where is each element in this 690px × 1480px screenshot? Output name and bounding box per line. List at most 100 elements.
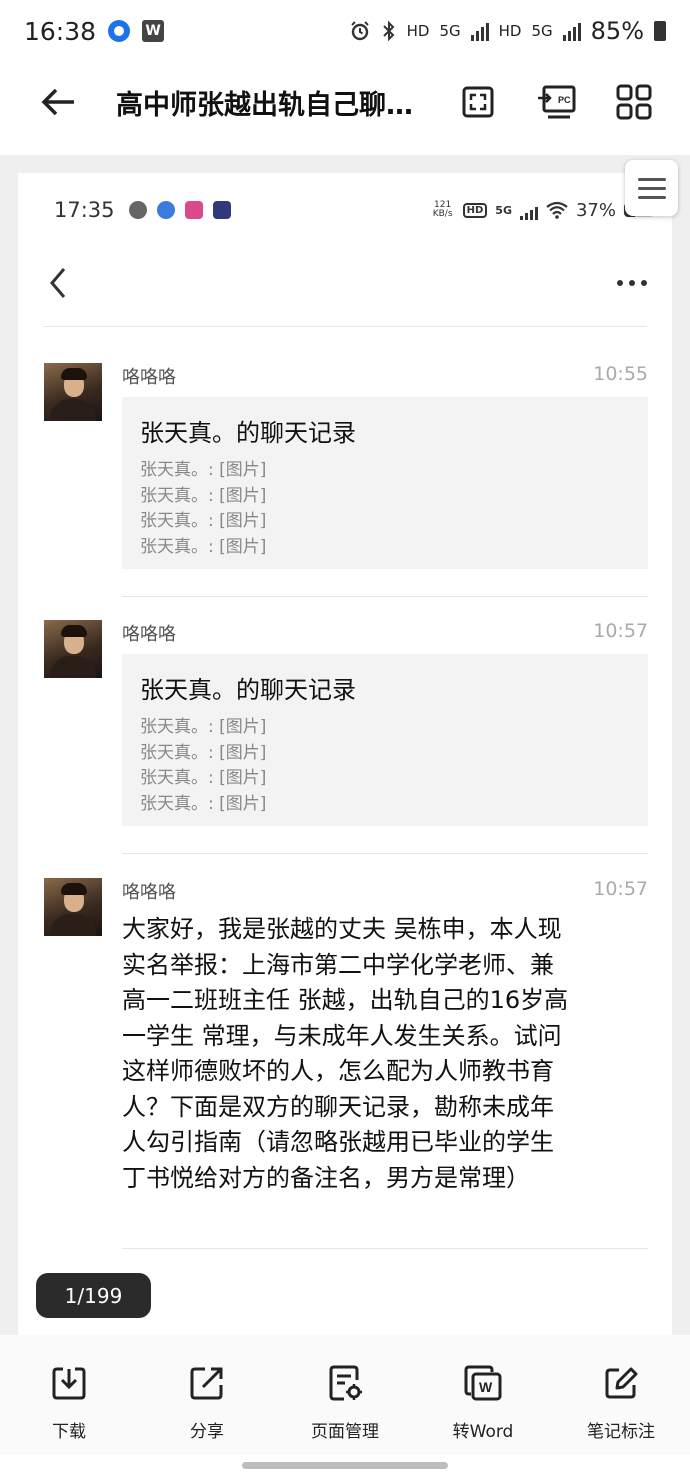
app-header: 高中师张越出轨自己聊… PC [0,62,690,142]
signal-icon [470,21,489,41]
network-5g-label: 5G [439,22,461,40]
message-time: 10:57 [593,620,648,642]
note-annotate-button[interactable]: 笔记标注 [552,1335,690,1455]
chat-record-card: 张天真。的聊天记录 张天真。: [图片] 张天真。: [图片] 张天真。: [图… [122,397,648,569]
bottom-toolbar: 下载 分享 页面管理 W 转Word 笔记标注 [0,1335,690,1455]
more-dots-icon [617,280,647,286]
inner-battery: 37% [575,199,616,221]
page-manage-icon [329,1365,362,1401]
apps-grid-button[interactable] [614,82,654,122]
chat-message: 咯咯咯 10:57 大家好，我是张越的丈夫 吴栋申，本人现 实名举报：上海市第二… [44,878,648,1218]
card-line: 张天真。: [图片] [140,742,267,763]
message-separator [122,853,648,854]
app-notification-icon [108,20,131,42]
alarm-icon [350,21,369,41]
to-word-icon: W [464,1365,502,1401]
to-word-button[interactable]: W 转Word [414,1335,552,1455]
inner-network: 5G [495,203,512,217]
message-text-line: 人？下面是双方的聊天记录，勘称未成年 [122,1092,554,1121]
card-line: 张天真。: [图片] [140,511,267,531]
card-title: 张天真。的聊天记录 [140,676,356,704]
app-icon [184,201,203,219]
fullscreen-button[interactable] [458,82,498,122]
page-manage-button[interactable]: 页面管理 [276,1335,414,1455]
wifi-icon [546,201,568,219]
back-button[interactable] [36,80,80,124]
signal-icon-2 [562,21,581,41]
share-icon [190,1367,223,1400]
baidu-icon [156,201,175,219]
inner-status-bar: 17:35 121 KB/s HD 5G 37% [54,195,654,225]
message-text-line: 丁书悦给对方的备注名，男方是常理） [122,1163,530,1192]
download-button[interactable]: 下载 [0,1335,138,1455]
card-line: 张天真。: [图片] [140,536,267,557]
w-app-notification-icon: W [142,20,165,42]
sender-name: 咯咯咯 [122,624,176,645]
avatar [44,363,102,421]
to-pc-icon: PC [538,85,576,119]
fullscreen-icon [462,86,494,118]
hd-badge: HD [462,202,488,218]
back-arrow-icon [41,88,74,116]
video-app-icon [212,201,231,219]
chat-message: 咯咯咯 10:57 张天真。的聊天记录 张天真。: [图片] 张天真。: [图片… [44,620,648,830]
grid-apps-icon [616,84,652,120]
network-hd-label-2: HD [498,22,522,40]
network-5g-label-2: 5G [531,22,553,40]
message-text-line: 人勾引指南（请忽略张越用已毕业的学生 [122,1128,554,1156]
chat-message: 咯咯咯 10:55 张天真。的聊天记录 张天真。: [图片] 张天真。: [图片… [44,363,648,573]
menu-line [637,195,666,199]
svg-text:W: W [479,1379,493,1395]
card-line: 张天真。: [图片] [140,717,267,737]
divider [43,326,647,327]
svg-text:PC: PC [558,95,571,105]
message-time: 10:57 [593,878,648,900]
to-word-label: 转Word [452,1422,514,1442]
battery-percent: 85% [590,17,644,45]
card-title: 张天真。的聊天记录 [140,419,356,447]
message-text-line: 实名举报：上海市第二中学化学老师、兼 [122,950,554,979]
home-indicator[interactable] [242,1462,448,1469]
wechat-icon [128,201,147,219]
inner-more-button [612,263,652,303]
message-separator [122,596,648,597]
page-counter: 1/199 [36,1273,151,1318]
page-manage-label: 页面管理 [311,1422,379,1442]
message-text-line: 一学生 常理，与未成年人发生关系。试问 [122,1021,562,1050]
menu-line [637,186,666,190]
chevron-left-icon [50,268,66,298]
message-time: 10:55 [593,363,648,385]
network-hd-label: HD [406,22,430,40]
inner-nav-bar [38,253,652,313]
message-text-line: 高一二班班主任 张越，出轨自己的16岁高 [122,986,569,1014]
note-annotate-icon [605,1367,638,1399]
sender-name: 咯咯咯 [122,367,176,388]
message-text: 大家好，我是张越的丈夫 吴栋申，本人现 实名举报：上海市第二中学化学老师、兼 高… [122,912,648,1196]
card-line: 张天真。: [图片] [140,460,267,480]
card-line: 张天真。: [图片] [140,768,267,788]
card-line: 张天真。: [图片] [140,485,267,506]
card-line: 张天真。: [图片] [140,793,267,814]
menu-line [637,177,666,181]
download-label: 下载 [52,1422,86,1442]
inner-back-button [38,263,78,303]
document-viewer[interactable]: 17:35 121 KB/s HD 5G 37% 咯咯咯 10:55 张天真。的… [0,155,690,1335]
inner-time: 17:35 [54,198,115,222]
to-pc-button[interactable]: PC [536,82,576,122]
document-title: 高中师张越出轨自己聊… [116,89,413,121]
share-button[interactable]: 分享 [138,1335,276,1455]
bluetooth-icon [382,20,395,42]
message-separator [122,1248,648,1249]
avatar [44,620,102,678]
sender-name: 咯咯咯 [122,882,176,903]
net-rate: 121 KB/s [432,200,453,219]
document-page: 17:35 121 KB/s HD 5G 37% 咯咯咯 10:55 张天真。的… [18,173,672,1335]
note-annotate-label: 笔记标注 [587,1422,655,1442]
share-label: 分享 [190,1422,224,1442]
message-text-line: 大家好，我是张越的丈夫 吴栋申，本人现 [122,915,562,943]
battery-icon [654,21,666,41]
side-menu-button[interactable] [625,160,678,216]
chat-record-card: 张天真。的聊天记录 张天真。: [图片] 张天真。: [图片] 张天真。: [图… [122,654,648,826]
status-time: 16:38 [24,16,97,46]
status-bar: 16:38 W HD 5G HD 5G 85% [0,0,690,62]
